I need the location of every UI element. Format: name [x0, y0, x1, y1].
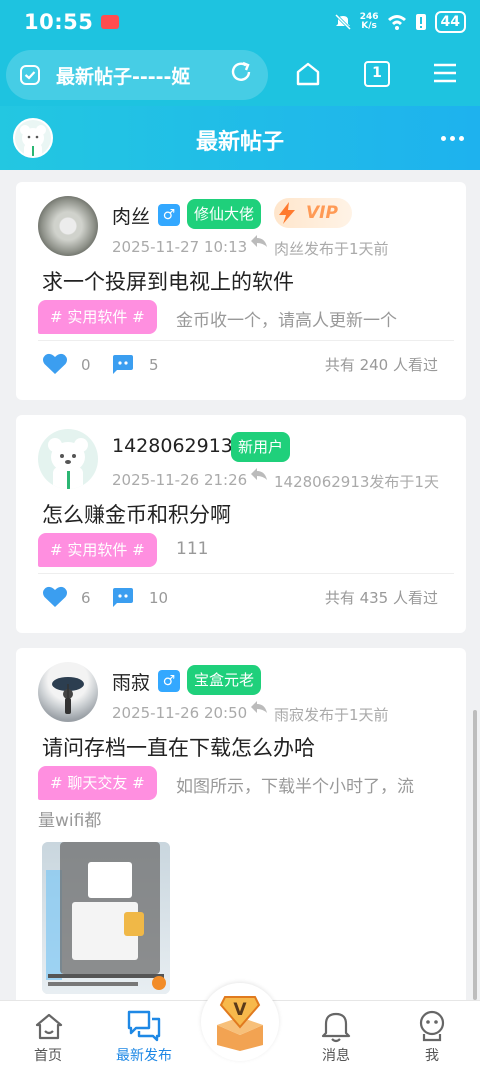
- user-rank-badge: 宝盒元老: [187, 665, 262, 695]
- post-excerpt: 111: [176, 539, 209, 559]
- app-header: 最新帖子: [0, 106, 480, 170]
- heart-icon[interactable]: [42, 352, 68, 376]
- category-tag[interactable]: # 聊天交友 #: [38, 766, 157, 800]
- male-gender-icon: ♂: [158, 670, 180, 692]
- publish-note: 雨寂发布于1天前: [274, 706, 389, 724]
- comment-icon[interactable]: [110, 353, 134, 375]
- author-avatar[interactable]: [38, 662, 98, 722]
- vip-box-icon: V: [217, 996, 263, 1051]
- status-indicators: 246 K/s 44: [334, 11, 466, 33]
- publish-note: 1428062913发布于1天: [274, 473, 439, 491]
- heart-icon[interactable]: [42, 585, 68, 609]
- author-avatar[interactable]: [38, 196, 98, 256]
- chat-bubbles-icon: [127, 1010, 161, 1042]
- bottom-navigation: 首页 最新发布 V 消息 我: [0, 983, 480, 1066]
- mute-icon: [334, 13, 351, 31]
- post-excerpt: 金币收一个，请高人更新一个: [176, 311, 397, 331]
- reply-arrow-icon: [251, 701, 267, 713]
- svg-text:V: V: [233, 1000, 247, 1020]
- status-time: 10:55: [24, 10, 94, 34]
- tabs-button[interactable]: 1: [364, 61, 390, 87]
- like-count: 0: [81, 356, 91, 374]
- nav-messages[interactable]: 消息: [296, 1001, 376, 1066]
- profile-icon: [419, 1010, 445, 1042]
- author-name[interactable]: 雨寂: [112, 668, 150, 695]
- nav-home[interactable]: 首页: [8, 1001, 88, 1066]
- divider: [38, 340, 454, 341]
- nav-vip-center[interactable]: V: [201, 983, 279, 1061]
- divider: [38, 573, 454, 574]
- post-excerpt: 如图所示，下载半个小时了，流: [176, 777, 414, 797]
- category-tag[interactable]: # 实用软件 #: [38, 300, 157, 334]
- bell-icon: [321, 1012, 351, 1043]
- view-count: 共有 435 人看过: [324, 589, 438, 607]
- scrollbar[interactable]: [473, 710, 477, 1000]
- network-speed: 246 K/s: [359, 12, 379, 31]
- comment-count: 5: [149, 356, 159, 374]
- nav-me[interactable]: 我: [392, 1001, 472, 1066]
- lightning-icon: [279, 202, 295, 224]
- wifi-icon: [387, 15, 406, 30]
- post-datetime: 2025-11-27 10:13: [112, 238, 248, 256]
- reply-arrow-icon: [251, 468, 267, 480]
- post-feed[interactable]: 肉丝 ♂ 修仙大佬 VIP 2025-11-27 10:13 肉丝发布于1天前 …: [0, 170, 480, 1000]
- post-excerpt-continued: 量wifi都: [38, 811, 102, 831]
- refresh-icon[interactable]: [228, 59, 254, 85]
- notification-app-icon: [101, 15, 120, 29]
- publish-note: 肉丝发布于1天前: [274, 240, 389, 258]
- category-tag[interactable]: # 实用软件 #: [38, 533, 157, 567]
- post-datetime: 2025-11-26 20:50: [112, 704, 248, 722]
- post-title[interactable]: 求一个投屏到电视上的软件: [42, 266, 294, 296]
- view-count: 共有 240 人看过: [324, 356, 438, 374]
- home-icon[interactable]: [294, 60, 322, 88]
- post-card[interactable]: 肉丝 ♂ 修仙大佬 VIP 2025-11-27 10:13 肉丝发布于1天前 …: [16, 182, 466, 400]
- author-name[interactable]: 肉丝: [112, 202, 150, 229]
- author-avatar[interactable]: [38, 429, 98, 489]
- more-options-icon[interactable]: [441, 136, 464, 141]
- menu-icon[interactable]: [432, 60, 458, 86]
- comment-icon[interactable]: [110, 586, 134, 608]
- author-name[interactable]: 1428062913: [112, 435, 233, 457]
- nav-latest[interactable]: 最新发布: [104, 1001, 184, 1066]
- comment-count: 10: [149, 589, 169, 607]
- post-card[interactable]: 1428062913 新用户 2025-11-26 21:26 14280629…: [16, 415, 466, 633]
- url-text: 最新帖子-----姬: [56, 65, 191, 88]
- browser-toolbar: 最新帖子-----姬 1: [0, 44, 480, 106]
- battery-indicator: 44: [434, 11, 466, 33]
- reply-arrow-icon: [251, 235, 267, 247]
- post-datetime: 2025-11-26 21:26: [112, 471, 248, 489]
- post-title[interactable]: 怎么赚金币和积分啊: [42, 499, 231, 529]
- signal-alert-icon: [415, 14, 426, 30]
- vip-badge: VIP: [274, 198, 352, 228]
- like-count: 6: [81, 589, 91, 607]
- post-image-thumbnail[interactable]: [42, 842, 170, 994]
- home-icon: [35, 1013, 63, 1040]
- user-rank-badge: 修仙大佬: [187, 199, 262, 229]
- shield-check-icon: [20, 65, 40, 85]
- post-card[interactable]: 雨寂 ♂ 宝盒元老 2025-11-26 20:50 雨寂发布于1天前 请问存档…: [16, 648, 466, 1000]
- post-title[interactable]: 请问存档一直在下载怎么办哈: [42, 732, 315, 762]
- status-bar: 10:55 246 K/s 44: [0, 0, 480, 44]
- male-gender-icon: ♂: [158, 204, 180, 226]
- user-rank-badge: 新用户: [231, 432, 291, 462]
- page-title: 最新帖子: [195, 130, 284, 155]
